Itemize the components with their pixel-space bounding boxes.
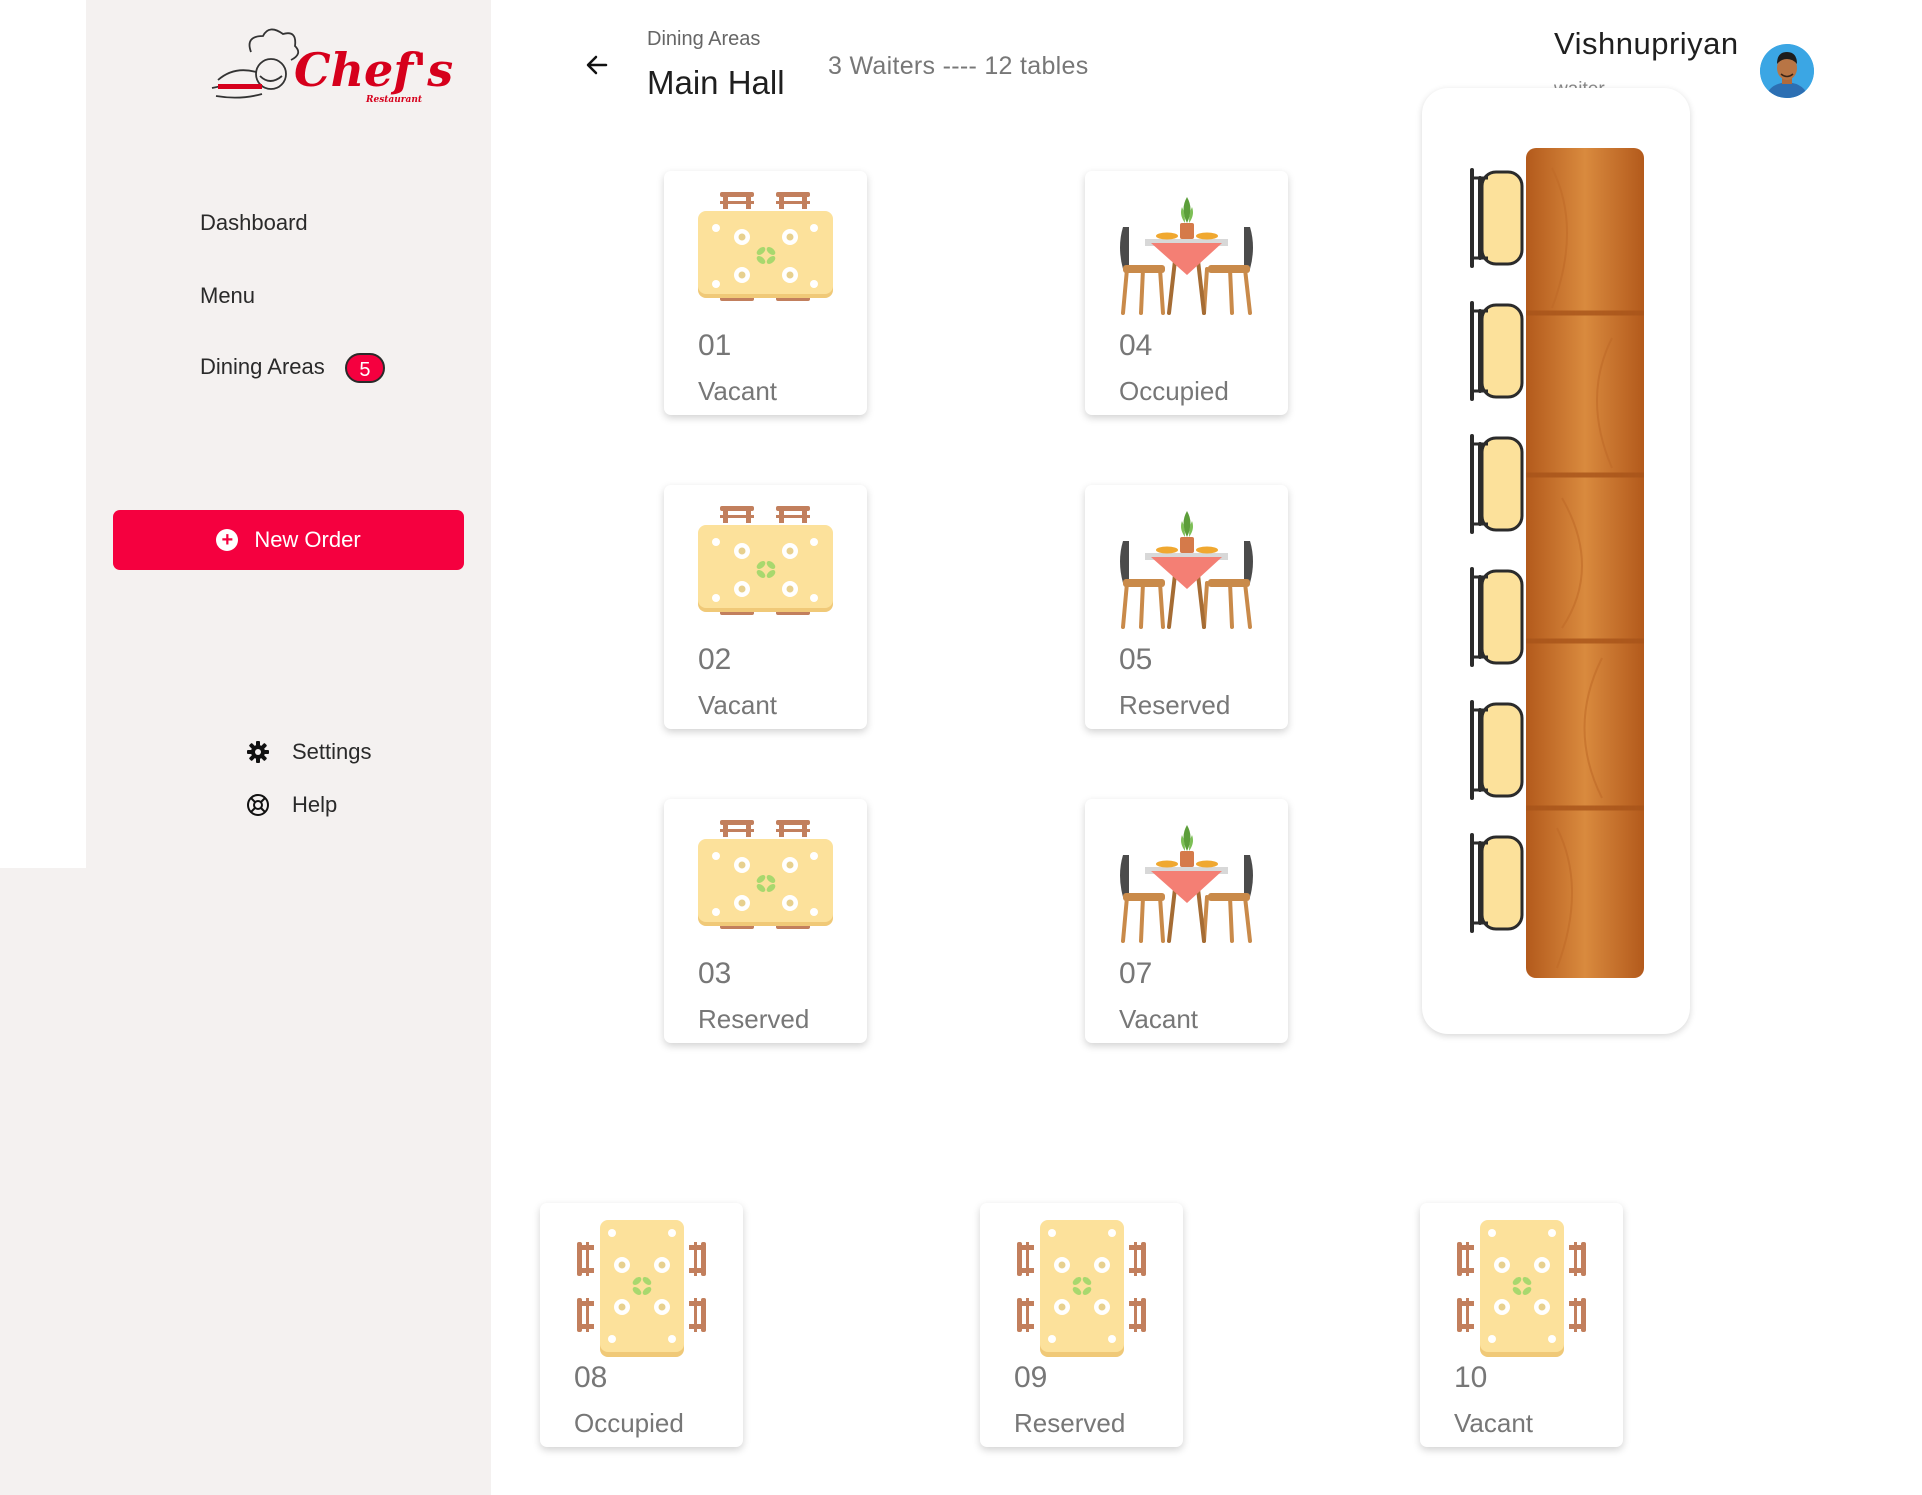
back-arrow-icon[interactable] (582, 50, 612, 80)
svg-text:Restaurant: Restaurant (365, 95, 423, 105)
table-number: 01 (698, 329, 732, 362)
table-status: Reserved (1014, 1408, 1126, 1438)
vertical-table-icon (577, 1220, 706, 1357)
table-card-02[interactable]: 02 Vacant (664, 485, 867, 729)
table-status: Occupied (1119, 376, 1229, 406)
table-number: 04 (1119, 329, 1153, 362)
bistro-table-icon (1120, 197, 1253, 315)
table-number: 03 (698, 957, 732, 990)
table-card-01[interactable]: 01 Vacant (664, 171, 867, 415)
table-status: Vacant (1454, 1408, 1534, 1438)
table-number: 02 (698, 643, 732, 676)
page-title: Main Hall (647, 64, 785, 101)
table-status: Occupied (574, 1408, 684, 1438)
sidebar-item-menu[interactable]: Menu (200, 283, 255, 309)
plus-circle-icon: + (216, 529, 239, 551)
square-table-icon (698, 820, 833, 929)
user-name: Vishnupriyan (1554, 26, 1739, 61)
settings-label: Settings (292, 739, 372, 764)
sidebar-gutter (0, 0, 86, 868)
svg-text:Chef's: Chef's (294, 43, 453, 97)
chefs-logo[interactable]: Chef's Restaurant (196, 26, 476, 110)
sidebar-item-dining-areas[interactable]: Dining Areas 5 (200, 353, 385, 383)
hall-stats: 3 Waiters ---- 12 tables (828, 52, 1089, 80)
help-label: Help (292, 792, 338, 817)
table-card-08[interactable]: 08 Occupied (540, 1203, 743, 1447)
table-status: Vacant (1119, 1004, 1199, 1034)
table-status: Vacant (698, 376, 778, 406)
table-card-09[interactable]: 09 Reserved (980, 1203, 1183, 1447)
settings-link[interactable]: Settings (246, 739, 372, 765)
bistro-table-icon (1120, 511, 1253, 629)
breadcrumb[interactable]: Dining Areas (647, 28, 760, 51)
new-order-label: New Order (254, 527, 361, 552)
table-status: Vacant (698, 690, 778, 720)
table-status: Reserved (1119, 690, 1231, 720)
table-number: 10 (1454, 1361, 1488, 1394)
new-order-button[interactable]: + New Order (113, 510, 464, 570)
sidebar-item-dashboard[interactable]: Dashboard (200, 210, 308, 236)
table-card-03[interactable]: 03 Reserved (664, 799, 867, 1043)
dining-areas-count-badge: 5 (344, 353, 385, 383)
bistro-table-icon (1120, 825, 1253, 943)
help-link[interactable]: Help (246, 792, 337, 818)
square-table-icon (698, 192, 833, 301)
square-table-icon (698, 506, 833, 615)
table-card-04[interactable]: 04 Occupied (1085, 171, 1288, 415)
sidebar: Chef's Restaurant Dashboard Menu Dining … (86, 0, 491, 1495)
table-number: 07 (1119, 957, 1153, 990)
sidebar-item-label: Menu (200, 283, 256, 308)
sidebar-item-label: Dining Areas (200, 353, 325, 379)
sidebar-item-label: Dashboard (200, 210, 308, 235)
long-wooden-table-icon (1470, 148, 1644, 978)
table-card-05[interactable]: 05 Reserved (1085, 485, 1288, 729)
table-card-07[interactable]: 07 Vacant (1085, 799, 1288, 1043)
long-table-card[interactable] (1422, 88, 1690, 1034)
table-card-10[interactable]: 10 Vacant (1420, 1203, 1623, 1447)
vertical-table-icon (1457, 1220, 1586, 1357)
sidebar-gutter-lower (0, 868, 86, 1495)
table-status: Reserved (698, 1004, 810, 1034)
lifebuoy-icon (247, 794, 269, 816)
gear-icon (247, 741, 269, 763)
table-number: 05 (1119, 643, 1153, 676)
vertical-table-icon (1017, 1220, 1146, 1357)
avatar[interactable] (1760, 44, 1814, 98)
table-number: 08 (574, 1361, 608, 1394)
table-number: 09 (1014, 1361, 1048, 1394)
